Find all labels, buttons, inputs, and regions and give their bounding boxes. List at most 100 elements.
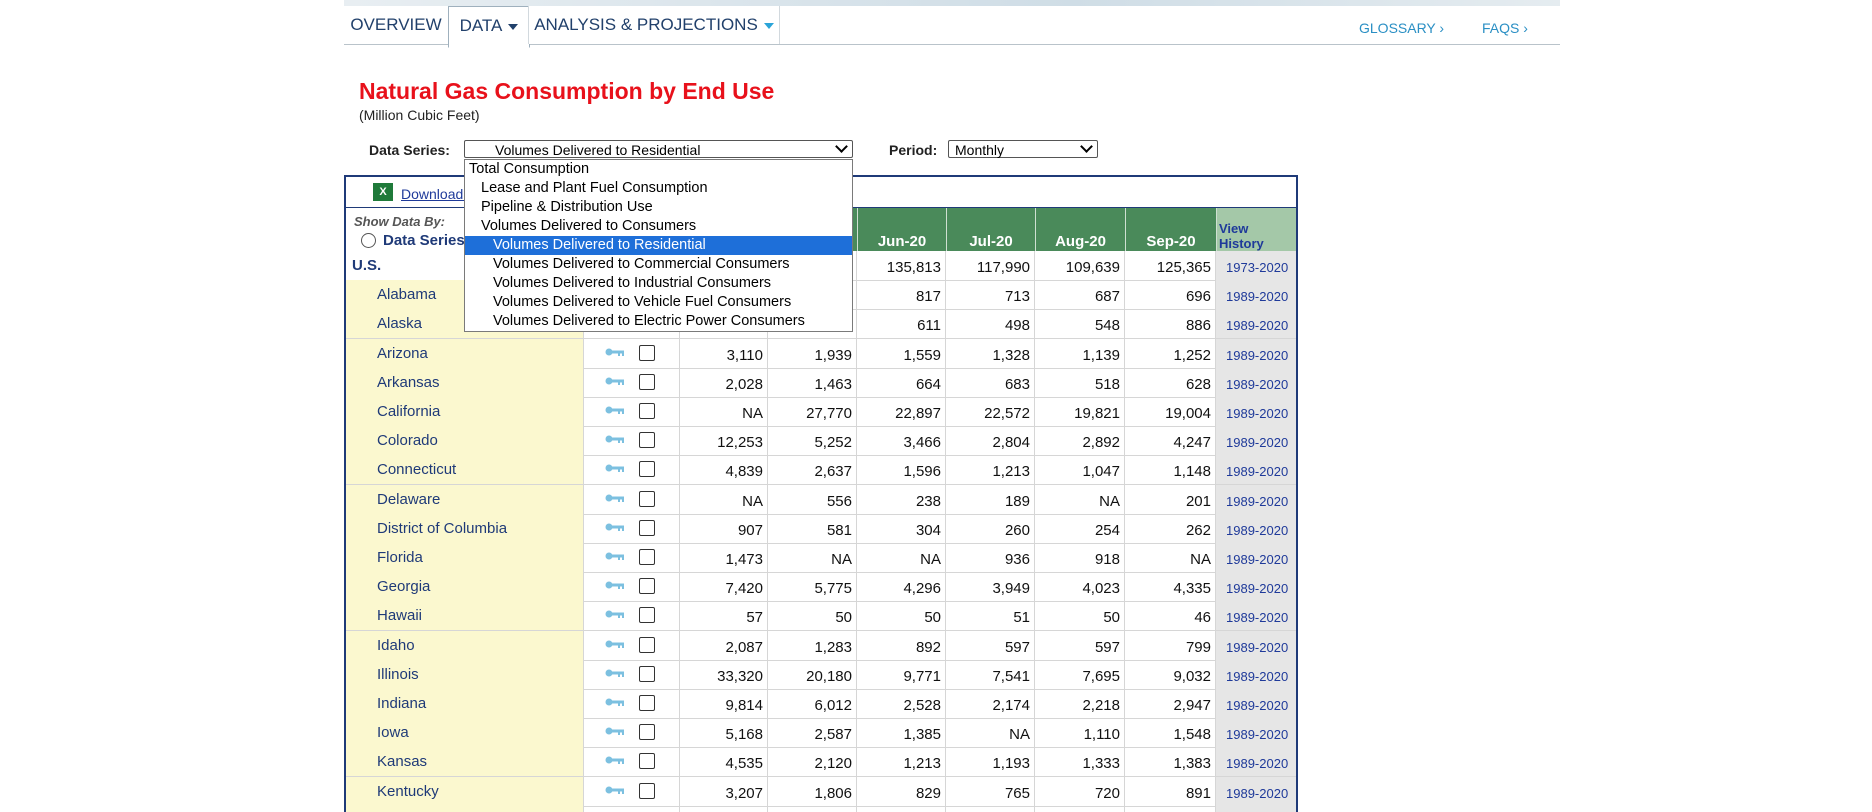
table-cell: 19,821 xyxy=(1035,397,1125,426)
table-cell: 27,770 xyxy=(768,397,857,426)
key-icon[interactable] xyxy=(605,493,625,503)
row-checkbox[interactable] xyxy=(639,403,655,419)
dropdown-option[interactable]: Pipeline & Distribution Use xyxy=(465,198,852,217)
table-row: Indiana 9,814 6,012 2,528 2,174 2,218 2,947 198… xyxy=(346,689,1296,719)
dropdown-option[interactable]: Total Consumption xyxy=(465,160,852,179)
key-icon[interactable] xyxy=(605,726,625,736)
key-icon[interactable] xyxy=(605,463,625,473)
key-icon[interactable] xyxy=(605,639,625,649)
view-history-link[interactable]: 1989-2020 xyxy=(1216,397,1296,426)
dropdown-option[interactable]: Lease and Plant Fuel Consumption xyxy=(465,179,852,198)
row-area-name[interactable]: District of Columbia xyxy=(346,513,584,543)
row-area-name[interactable]: Arkansas xyxy=(346,367,584,397)
view-history-link[interactable]: 1989-2020 xyxy=(1216,280,1296,310)
dropdown-option[interactable]: Volumes Delivered to Commercial Consumer… xyxy=(465,255,852,274)
row-area-name[interactable]: Indiana xyxy=(346,689,584,718)
row-checkbox[interactable] xyxy=(639,753,655,770)
row-area-name[interactable]: Idaho xyxy=(346,630,584,660)
view-history-link[interactable]: 1989-2020 xyxy=(1216,776,1296,806)
view-history-link[interactable]: 1989-2020 xyxy=(1216,455,1296,485)
tab-analysis-label: ANALYSIS & PROJECTIONS xyxy=(534,15,758,34)
dropdown-option[interactable]: Volumes Delivered to Vehicle Fuel Consum… xyxy=(465,293,852,312)
tab-analysis-projections[interactable]: ANALYSIS & PROJECTIONS xyxy=(528,6,780,44)
key-icon[interactable] xyxy=(605,755,625,765)
row-checkbox[interactable] xyxy=(639,519,655,536)
row-area-name[interactable]: Colorado xyxy=(346,426,584,456)
row-checkbox[interactable] xyxy=(639,695,655,711)
table-row: Arkansas 2,028 1,463 664 683 518 628 1989-2020 xyxy=(346,367,1296,398)
row-checkbox[interactable] xyxy=(639,578,655,595)
row-checkbox[interactable] xyxy=(639,636,655,653)
key-icon[interactable] xyxy=(605,609,625,619)
row-area-name[interactable]: Iowa xyxy=(346,718,584,748)
row-area-name[interactable]: Kansas xyxy=(346,747,584,777)
view-history-link[interactable]: 1989-2020 xyxy=(1216,689,1296,718)
view-history-link[interactable]: 1989-2020 xyxy=(1216,309,1296,339)
row-area-name[interactable]: Kentucky xyxy=(346,776,584,806)
key-icon[interactable] xyxy=(605,668,625,678)
view-history-link[interactable]: 1989-2020 xyxy=(1216,718,1296,748)
row-checkbox[interactable] xyxy=(639,665,655,682)
key-icon[interactable] xyxy=(605,551,625,561)
view-history-link[interactable]: 1989-2020 xyxy=(1216,367,1296,397)
key-icon[interactable] xyxy=(605,580,625,590)
key-icon[interactable] xyxy=(605,522,625,532)
row-area-name[interactable]: Connecticut xyxy=(346,455,584,485)
row-checkbox[interactable] xyxy=(639,461,655,478)
row-area-name[interactable]: Florida xyxy=(346,543,584,572)
view-history-link[interactable]: 1973-2020 xyxy=(1216,251,1296,280)
table-row: Kentucky 3,207 1,806 829 765 720 891 1989-2020 xyxy=(346,776,1296,807)
view-history-link[interactable]: 1989-2020 xyxy=(1216,747,1296,777)
dropdown-option[interactable]: Volumes Delivered to Residential xyxy=(465,236,852,255)
row-checkbox[interactable] xyxy=(639,724,655,741)
view-history-link[interactable]: 1989-2020 xyxy=(1216,338,1296,368)
row-area-name[interactable]: California xyxy=(346,397,584,426)
view-history-link[interactable]: 1989-2020 xyxy=(1216,426,1296,456)
table-cell: 201 xyxy=(1125,484,1216,514)
row-area-name[interactable]: Delaware xyxy=(346,484,584,514)
key-icon[interactable] xyxy=(605,376,625,386)
view-history-link[interactable]: 1989-2020 xyxy=(1216,630,1296,660)
dropdown-option[interactable]: Volumes Delivered to Electric Power Cons… xyxy=(465,312,852,331)
view-history-link[interactable] xyxy=(1216,805,1296,812)
table-row: District of Columbia 907 581 304 260 254 262 19… xyxy=(346,513,1296,544)
view-history-link[interactable]: 1989-2020 xyxy=(1216,513,1296,543)
view-history-link[interactable]: 1989-2020 xyxy=(1216,601,1296,631)
key-icon[interactable] xyxy=(605,785,625,795)
row-checkbox[interactable] xyxy=(639,344,655,361)
view-history-link[interactable]: 1989-2020 xyxy=(1216,659,1296,689)
table-cell: 33,320 xyxy=(680,659,768,689)
key-icon[interactable] xyxy=(605,434,625,444)
key-icon[interactable] xyxy=(605,405,625,415)
column-header-jul-20: Jul-20 xyxy=(946,208,1035,251)
row-area-name[interactable]: Illinois xyxy=(346,659,584,689)
table-cell: 46 xyxy=(1125,601,1216,631)
dropdown-option[interactable]: Volumes Delivered to Consumers xyxy=(465,217,852,236)
row-checkbox[interactable] xyxy=(639,373,655,390)
row-tools xyxy=(584,367,680,397)
row-area-name[interactable]: Hawaii xyxy=(346,601,584,631)
tab-overview[interactable]: OVERVIEW xyxy=(344,6,449,44)
row-checkbox[interactable] xyxy=(639,549,655,565)
faqs-link[interactable]: FAQS › xyxy=(1482,20,1528,36)
row-area-name[interactable]: Arizona xyxy=(346,338,584,368)
tab-data[interactable]: DATA xyxy=(448,6,530,48)
row-checkbox[interactable] xyxy=(639,490,655,507)
key-icon[interactable] xyxy=(605,347,625,357)
view-history-link[interactable]: 1989-2020 xyxy=(1216,572,1296,602)
row-area-name[interactable]: Georgia xyxy=(346,572,584,602)
view-history-link[interactable]: 1989-2020 xyxy=(1216,484,1296,514)
view-history-link[interactable]: 1989-2020 xyxy=(1216,543,1296,572)
column-header-view-history[interactable]: View History xyxy=(1216,208,1296,251)
row-area-name[interactable] xyxy=(346,805,584,812)
key-icon[interactable] xyxy=(605,697,625,707)
row-checkbox[interactable] xyxy=(639,782,655,799)
glossary-link[interactable]: GLOSSARY › xyxy=(1359,20,1444,36)
row-checkbox[interactable] xyxy=(639,432,655,449)
data-series-select[interactable]: Volumes Delivered to Residential xyxy=(464,140,853,158)
dropdown-option[interactable]: Volumes Delivered to Industrial Consumer… xyxy=(465,274,852,293)
row-checkbox[interactable] xyxy=(639,607,655,624)
table-cell: 9,771 xyxy=(857,659,946,689)
data-series-radio[interactable] xyxy=(361,233,376,248)
period-select[interactable]: Monthly xyxy=(948,140,1098,158)
